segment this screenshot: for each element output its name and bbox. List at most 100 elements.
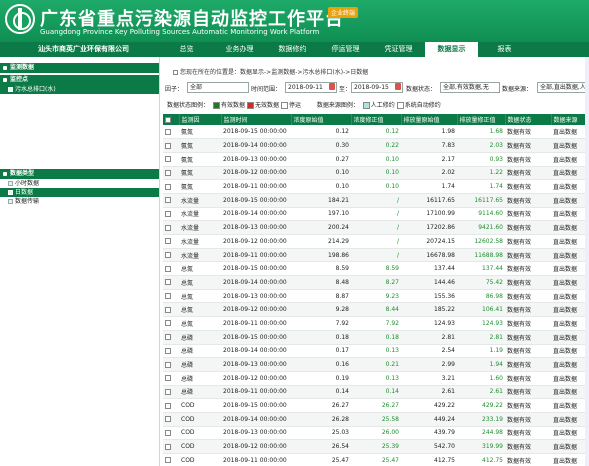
row-checkbox[interactable] xyxy=(165,306,171,313)
nav-item[interactable]: 报表 xyxy=(478,42,531,57)
row-checkbox[interactable] xyxy=(165,128,171,135)
row-checkbox[interactable] xyxy=(165,169,171,176)
row-select-cell[interactable] xyxy=(163,371,179,386)
select-all-header[interactable] xyxy=(163,114,180,125)
table-row[interactable]: 总磷 2018-09-13 00:00:00 0.16 0.21 2.99 1.94 数据有… xyxy=(163,357,589,372)
table-row[interactable]: 总氮 2018-09-15 00:00:00 8.59 8.59 137.44 137.4… xyxy=(163,261,589,277)
row-checkbox[interactable] xyxy=(165,361,171,368)
table-row[interactable]: 总氮 2018-09-11 00:00:00 7.92 7.92 124.93 124.9… xyxy=(163,316,589,331)
table-row[interactable]: 总磷 2018-09-14 00:00:00 0.17 0.13 2.54 1.19 数据有… xyxy=(163,344,589,359)
nav-item[interactable]: 数据修约 xyxy=(266,42,319,57)
column-header[interactable]: 数据来源 xyxy=(551,114,589,125)
row-checkbox[interactable] xyxy=(165,293,171,300)
row-select-cell[interactable] xyxy=(163,125,179,140)
sidebar-type-item[interactable]: 小时数据 xyxy=(0,179,159,188)
sidebar-point-header[interactable]: 监控点 xyxy=(0,75,159,85)
row-checkbox[interactable] xyxy=(165,156,171,163)
scrollbar[interactable] xyxy=(585,57,589,466)
column-header[interactable]: 排放量修正值 xyxy=(457,114,506,125)
table-row[interactable]: 总磷 2018-09-12 00:00:00 0.19 0.13 3.21 1.60 数据有… xyxy=(163,371,589,386)
row-select-cell[interactable] xyxy=(163,275,179,290)
row-checkbox[interactable] xyxy=(165,252,171,259)
row-select-cell[interactable] xyxy=(163,179,179,194)
row-select-cell[interactable] xyxy=(163,207,179,222)
row-checkbox[interactable] xyxy=(165,238,171,245)
row-select-cell[interactable] xyxy=(163,357,179,372)
nav-item[interactable]: 停运管理 xyxy=(319,42,372,57)
row-checkbox[interactable] xyxy=(165,183,171,190)
nav-item[interactable]: 凭证管理 xyxy=(372,42,425,57)
row-checkbox[interactable] xyxy=(165,224,171,231)
row-select-cell[interactable] xyxy=(163,289,179,304)
row-checkbox[interactable] xyxy=(165,142,171,149)
nav-item[interactable]: 业务办理 xyxy=(213,42,266,57)
select-all-checkbox[interactable] xyxy=(165,116,171,123)
row-checkbox[interactable] xyxy=(165,416,171,423)
row-select-cell[interactable] xyxy=(163,439,179,454)
column-header[interactable]: 监测时间 xyxy=(221,114,292,125)
row-checkbox[interactable] xyxy=(165,388,171,395)
row-select-cell[interactable] xyxy=(163,152,179,167)
table-row[interactable]: 总氮 2018-09-14 00:00:00 8.48 8.27 144.46 75.42… xyxy=(163,275,589,290)
row-checkbox[interactable] xyxy=(165,265,171,272)
column-header[interactable]: 排放量原始值 xyxy=(401,114,458,125)
row-select-cell[interactable] xyxy=(163,234,179,249)
table-row[interactable]: 总氮 2018-09-13 00:00:00 8.87 9.23 155.36 86.98… xyxy=(163,289,589,304)
row-checkbox[interactable] xyxy=(165,347,171,354)
calendar-icon[interactable] xyxy=(395,83,401,90)
table-row[interactable]: 氨氮 2018-09-12 00:00:00 0.10 0.10 2.02 1.22 数据有… xyxy=(163,166,589,181)
row-select-cell[interactable] xyxy=(163,302,179,318)
column-header[interactable]: 浓度修正值 xyxy=(351,114,402,125)
column-header[interactable]: 浓度原始值 xyxy=(291,114,352,125)
sidebar-item-outlet[interactable]: 污水总排口(水) xyxy=(0,85,159,94)
row-checkbox[interactable] xyxy=(165,279,171,286)
table-row[interactable]: COD 2018-09-14 00:00:00 26.28 25.58 449.24 23… xyxy=(163,412,589,427)
row-checkbox[interactable] xyxy=(165,197,171,204)
table-row[interactable]: 水流量 2018-09-13 00:00:00 200.24/17202.86 942… xyxy=(163,220,589,235)
row-checkbox[interactable] xyxy=(165,402,171,409)
status-select[interactable]: 全部,有效数据,无 xyxy=(440,82,500,93)
row-select-cell[interactable] xyxy=(163,453,179,466)
table-row[interactable]: 总磷 2018-09-11 00:00:00 0.14 0.14 2.61 2.61 数据有… xyxy=(163,385,589,400)
table-row[interactable]: COD 2018-09-13 00:00:00 25.03 26.00 439.79 24… xyxy=(163,426,589,441)
table-row[interactable]: 水流量 2018-09-12 00:00:00 214.29/20724.15 126… xyxy=(163,234,589,249)
row-select-cell[interactable] xyxy=(163,316,179,331)
row-select-cell[interactable] xyxy=(163,426,179,441)
sidebar-type-item[interactable]: 日数据 xyxy=(0,188,159,197)
row-checkbox[interactable] xyxy=(165,320,171,327)
row-checkbox[interactable] xyxy=(165,334,171,341)
column-header[interactable]: 数据状态 xyxy=(505,114,552,125)
row-select-cell[interactable] xyxy=(163,166,179,181)
row-select-cell[interactable] xyxy=(163,412,179,427)
table-row[interactable]: COD 2018-09-15 00:00:00 26.27 26.27 429.22 42… xyxy=(163,398,589,413)
row-select-cell[interactable] xyxy=(163,220,179,235)
row-select-cell[interactable] xyxy=(163,193,179,208)
table-row[interactable]: 水流量 2018-09-11 00:00:00 198.86/16678.98 116… xyxy=(163,248,589,263)
row-select-cell[interactable] xyxy=(163,261,179,277)
table-row[interactable]: 氨氮 2018-09-15 00:00:00 0.12 0.12 1.98 1.68 数据有… xyxy=(163,125,589,140)
table-row[interactable]: 氨氮 2018-09-14 00:00:00 0.30 0.22 7.83 2.03 数据有… xyxy=(163,138,589,153)
row-select-cell[interactable] xyxy=(163,138,179,153)
row-select-cell[interactable] xyxy=(163,248,179,263)
source-select[interactable]: 全部,直出数据,人 xyxy=(537,82,589,93)
table-row[interactable]: 总氮 2018-09-12 00:00:00 9.28 8.44 185.22 106.4… xyxy=(163,302,589,318)
table-row[interactable]: COD 2018-09-11 00:00:00 25.47 25.47 412.75 41… xyxy=(163,453,589,466)
row-select-cell[interactable] xyxy=(163,385,179,400)
nav-item[interactable]: 总览 xyxy=(160,42,213,57)
table-row[interactable]: 氨氮 2018-09-11 00:00:00 0.10 0.10 1.74 1.74 数据有… xyxy=(163,179,589,194)
row-select-cell[interactable] xyxy=(163,398,179,413)
row-select-cell[interactable] xyxy=(163,330,179,345)
row-checkbox[interactable] xyxy=(165,457,171,464)
table-row[interactable]: 水流量 2018-09-14 00:00:00 197.10/17100.99 911… xyxy=(163,207,589,222)
column-header[interactable]: 监测因 xyxy=(179,114,222,125)
factor-select[interactable]: 全部 xyxy=(187,82,249,93)
table-row[interactable]: 氨氮 2018-09-13 00:00:00 0.27 0.10 2.17 0.93 数据有… xyxy=(163,152,589,167)
row-checkbox[interactable] xyxy=(165,210,171,217)
table-row[interactable]: 总磷 2018-09-15 00:00:00 0.18 0.18 2.81 2.81 数据有… xyxy=(163,330,589,345)
sidebar-type-item[interactable]: 数据传输 xyxy=(0,197,159,206)
table-row[interactable]: 水流量 2018-09-15 00:00:00 184.21/16117.65 161… xyxy=(163,193,589,208)
table-row[interactable]: COD 2018-09-12 00:00:00 26.54 25.39 542.70 31… xyxy=(163,439,589,454)
calendar-icon[interactable] xyxy=(329,83,335,90)
sidebar-type-header[interactable]: 数据类型 xyxy=(0,169,159,179)
row-checkbox[interactable] xyxy=(165,443,171,450)
